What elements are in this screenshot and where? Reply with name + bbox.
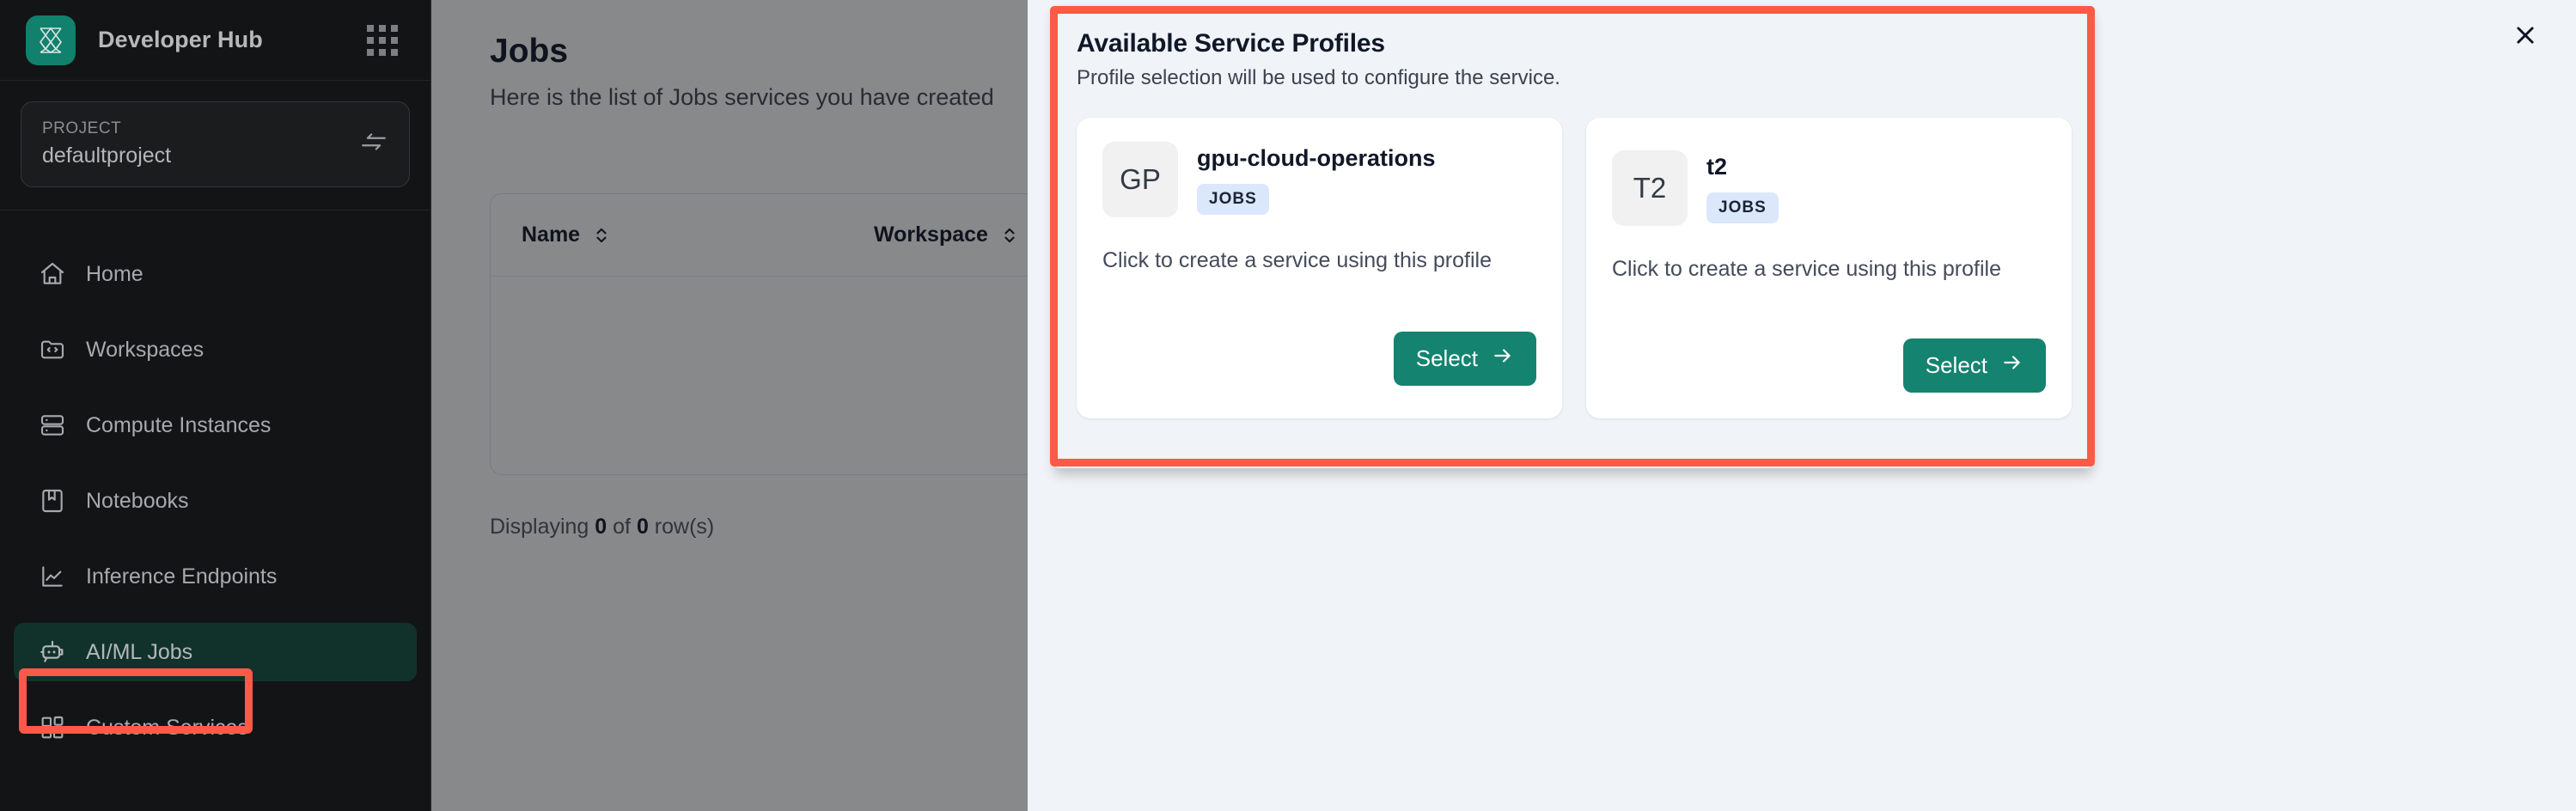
sidebar-item-label: Workspaces (86, 337, 204, 362)
profile-card-header: GP gpu-cloud-operations JOBS (1102, 142, 1536, 217)
avatar: T2 (1612, 150, 1688, 226)
select-button[interactable]: Select (1902, 338, 2046, 393)
blocks-icon (38, 713, 67, 742)
project-label: PROJECT (42, 119, 122, 137)
service-profiles-panel: Available Service Profiles Profile selec… (1054, 6, 2092, 468)
close-icon[interactable] (2506, 15, 2545, 55)
profile-hint: Click to create a service using this pro… (1612, 257, 2001, 281)
arrow-right-icon (1492, 345, 1514, 373)
sidebar-item-label: Home (86, 261, 143, 286)
sidebar-item-notebooks[interactable]: Notebooks (14, 472, 417, 530)
server-icon (38, 411, 67, 440)
avatar: GP (1102, 142, 1178, 217)
modal-layer: Available Service Profiles Profile selec… (1028, 0, 2576, 811)
swap-arrows-icon (359, 127, 388, 161)
profile-card-actions: Select (1612, 338, 2046, 418)
profile-name: gpu-cloud-operations (1197, 145, 1436, 171)
select-button[interactable]: Select (1393, 332, 1536, 386)
arrow-right-icon (2001, 351, 2024, 380)
profile-card-header: T2 t2 JOBS (1612, 150, 2046, 226)
sidebar: Developer Hub PROJECT defaultproject Hom… (0, 0, 431, 811)
project-switcher[interactable]: PROJECT defaultproject (21, 101, 410, 188)
profile-card[interactable]: GP gpu-cloud-operations JOBS Click to cr… (1077, 118, 1562, 418)
sidebar-item-compute-instances[interactable]: Compute Instances (14, 396, 417, 454)
project-name: defaultproject (42, 143, 172, 168)
select-button-label: Select (1925, 352, 1987, 378)
brand-header: Developer Hub (0, 0, 430, 81)
sidebar-item-label: AI/ML Jobs (86, 639, 193, 664)
notebook-icon (38, 486, 67, 515)
sidebar-nav: Home Workspaces Compute Instances Notebo… (0, 210, 430, 757)
line-chart-icon (38, 562, 67, 591)
modal-description: Profile selection will be used to config… (1077, 66, 1560, 89)
folder-code-icon (38, 335, 67, 364)
sidebar-item-label: Inference Endpoints (86, 564, 278, 588)
sidebar-item-home[interactable]: Home (14, 245, 417, 303)
profile-card-meta: gpu-cloud-operations JOBS (1197, 142, 1435, 217)
sidebar-item-workspaces[interactable]: Workspaces (14, 320, 417, 379)
profile-card-list: GP gpu-cloud-operations JOBS Click to cr… (1054, 90, 2092, 418)
profile-name: t2 (1706, 154, 1728, 180)
app-root: Developer Hub PROJECT defaultproject Hom… (0, 0, 2576, 811)
project-selector-wrap: PROJECT defaultproject (0, 81, 430, 210)
grid-apps-icon[interactable] (367, 24, 398, 56)
modal-header: Available Service Profiles Profile selec… (1054, 6, 2092, 90)
profile-card[interactable]: T2 t2 JOBS Click to create a service usi… (1586, 118, 2072, 418)
sidebar-item-label: Compute Instances (86, 412, 272, 437)
profile-card-meta: t2 JOBS (1706, 150, 1779, 226)
profile-hint: Click to create a service using this pro… (1102, 248, 1492, 272)
status-badge: JOBS (1706, 192, 1779, 223)
home-icon (38, 259, 67, 289)
brand-title: Developer Hub (98, 27, 263, 52)
modal-title: Available Service Profiles (1077, 29, 1385, 58)
robot-icon (38, 637, 67, 667)
sidebar-item-custom-services[interactable]: Custom Services (14, 698, 417, 757)
sidebar-item-label: Notebooks (86, 488, 189, 513)
sidebar-item-inference-endpoints[interactable]: Inference Endpoints (14, 547, 417, 606)
sidebar-item-label: Custom Services (86, 715, 248, 740)
select-button-label: Select (1415, 345, 1478, 371)
network-logo-icon (26, 15, 76, 65)
status-badge: JOBS (1197, 184, 1269, 215)
profile-card-actions: Select (1102, 332, 1536, 418)
sidebar-item-ai-ml-jobs[interactable]: AI/ML Jobs (14, 623, 417, 682)
